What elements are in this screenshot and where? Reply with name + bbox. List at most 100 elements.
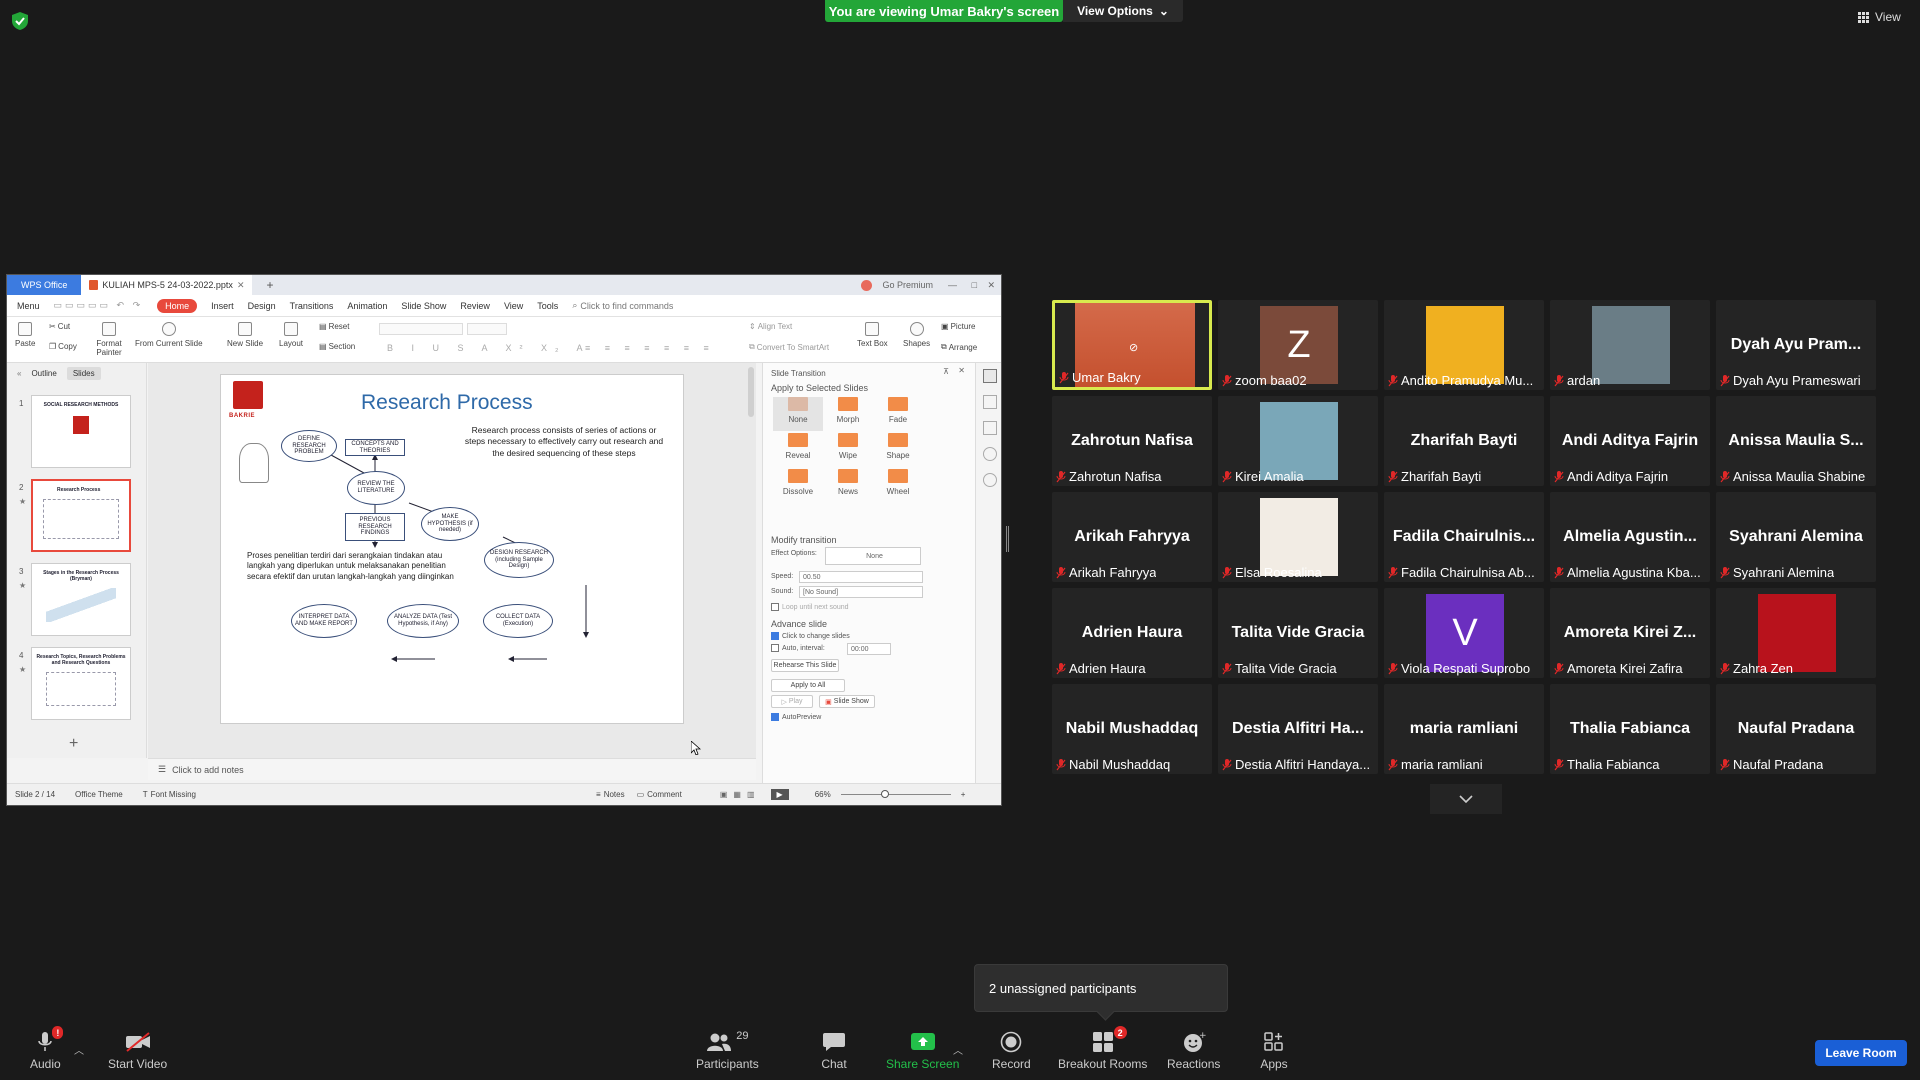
- menu-item-animation[interactable]: Animation: [347, 301, 387, 311]
- close-window-icon[interactable]: ✕: [987, 280, 995, 291]
- audio-button[interactable]: ! Audio: [30, 1026, 64, 1071]
- history-icon[interactable]: [982, 447, 997, 461]
- menu-item-menu[interactable]: Menu: [17, 301, 40, 311]
- menu-item-home[interactable]: Home: [157, 298, 198, 313]
- transition-dissolve[interactable]: Dissolve: [773, 469, 823, 503]
- share-screen-button[interactable]: Share Screen: [886, 1030, 959, 1071]
- comment-toggle[interactable]: ▭ Comment: [637, 790, 682, 799]
- node-collect-data[interactable]: COLLECT DATA (Execution): [483, 604, 553, 638]
- participant-tile[interactable]: Fadila Chairulnis... Fadila Chairulnisa A…: [1384, 492, 1544, 582]
- node-review-literature[interactable]: REVIEW THE LITERATURE: [347, 471, 405, 505]
- paragraph-format-buttons[interactable]: ≡ ≡ ≡ ≡ ≡ ≡ ≡: [585, 343, 715, 353]
- sound-dropdown[interactable]: [No Sound]: [799, 586, 923, 598]
- transition-news[interactable]: News: [823, 469, 873, 503]
- participant-tile[interactable]: Naufal Pradana Naufal Pradana: [1716, 684, 1876, 774]
- cut-button[interactable]: ✂ Cut: [49, 322, 70, 331]
- section-button[interactable]: ▤ Section: [319, 342, 355, 351]
- view-options-button[interactable]: View Options ⌄: [1063, 0, 1183, 22]
- transition-shape[interactable]: Shape: [873, 433, 923, 467]
- node-define-research-problem[interactable]: DEFINE RESEARCH PROBLEM: [281, 430, 337, 462]
- document-tab[interactable]: KULIAH MPS-5 24-03-2022.pptx ✕: [81, 275, 253, 295]
- notes-toggle[interactable]: ≡ Notes: [596, 790, 625, 799]
- slide-description-id[interactable]: Proses penelitian terdiri dari serangkai…: [247, 551, 467, 582]
- leave-room-button[interactable]: Leave Room: [1815, 1040, 1907, 1066]
- effect-options-dropdown[interactable]: None: [825, 547, 921, 565]
- breakout-rooms-button[interactable]: 2 Breakout Rooms: [1058, 1026, 1147, 1071]
- participant-tile[interactable]: Thalia Fabianca Thalia Fabianca: [1550, 684, 1710, 774]
- participant-tile[interactable]: Destia Alfitri Ha... Destia Alfitri Handa…: [1218, 684, 1378, 774]
- tab-slides[interactable]: Slides: [66, 367, 101, 380]
- slide-show-button[interactable]: ▣ Slide Show: [819, 695, 875, 708]
- font-name-dropdown[interactable]: [379, 323, 463, 335]
- participant-tile[interactable]: maria ramliani maria ramliani: [1384, 684, 1544, 774]
- zoom-in-icon[interactable]: +: [961, 790, 966, 799]
- participant-tile[interactable]: Nabil Mushaddaq Nabil Mushaddaq: [1052, 684, 1212, 774]
- font-size-dropdown[interactable]: [467, 323, 507, 335]
- participant-tile[interactable]: Zharifah Bayti Zharifah Bayti: [1384, 396, 1544, 486]
- arrange-button[interactable]: ⧉ Arrange: [941, 342, 977, 352]
- minimize-icon[interactable]: —: [948, 280, 957, 290]
- help-icon[interactable]: [982, 473, 997, 487]
- share-options-caret-icon[interactable]: ︿: [953, 1042, 963, 1057]
- participant-tile[interactable]: Dyah Ayu Pram... Dyah Ayu Prameswari: [1716, 300, 1876, 390]
- play-button[interactable]: ▷ Play: [771, 695, 813, 708]
- participant-tile[interactable]: ⊘ Umar Bakry: [1052, 300, 1212, 390]
- participant-tile[interactable]: Anissa Maulia S... Anissa Maulia Shabine: [1716, 396, 1876, 486]
- shapes-button[interactable]: Shapes: [903, 322, 930, 348]
- participant-tile[interactable]: Andito Pramudya Mu...: [1384, 300, 1544, 390]
- transition-wheel[interactable]: Wheel: [873, 469, 923, 503]
- node-make-hypothesis[interactable]: MAKE HYPOTHESIS (if needed): [421, 507, 479, 541]
- slide-editor[interactable]: BAKRIE Research Process Research process…: [148, 363, 756, 758]
- auto-interval-checkbox[interactable]: Auto, interval:: [771, 644, 825, 652]
- transition-morph[interactable]: Morph: [823, 397, 873, 431]
- close-pane-icon[interactable]: ✕: [958, 366, 965, 375]
- node-concepts-theories[interactable]: CONCEPTS AND THEORIES: [345, 439, 405, 456]
- slide-thumbnail[interactable]: Research Topics, Research Problems and R…: [31, 647, 131, 720]
- go-premium-button[interactable]: Go Premium: [861, 279, 933, 291]
- participant-tile[interactable]: Arikah Fahryya Arikah Fahryya: [1052, 492, 1212, 582]
- autopreview-checkbox[interactable]: AutoPreview: [771, 713, 821, 721]
- paste-button[interactable]: Paste: [15, 322, 35, 348]
- participant-tile[interactable]: Amoreta Kirei Z... Amoreta Kirei Zafira: [1550, 588, 1710, 678]
- participant-tile[interactable]: Kirei Amalia: [1218, 396, 1378, 486]
- tab-outline[interactable]: Outline: [31, 369, 56, 378]
- menu-item-design[interactable]: Design: [248, 301, 276, 311]
- menu-item-tools[interactable]: Tools: [537, 301, 558, 311]
- participant-tile[interactable]: Elsa Roesalina: [1218, 492, 1378, 582]
- participant-tile[interactable]: Syahrani Alemina Syahrani Alemina: [1716, 492, 1876, 582]
- zoom-slider[interactable]: [840, 790, 951, 798]
- transition-none[interactable]: None: [773, 397, 823, 431]
- speed-input[interactable]: 00.50: [799, 571, 923, 583]
- collapse-panel-icon[interactable]: «: [17, 369, 21, 378]
- participant-tile[interactable]: Talita Vide Gracia Talita Vide Gracia: [1218, 588, 1378, 678]
- participant-tile[interactable]: Adrien Haura Adrien Haura: [1052, 588, 1212, 678]
- apply-to-all-button[interactable]: Apply to All: [771, 679, 845, 692]
- new-tab-icon[interactable]: +: [266, 278, 273, 292]
- format-painter-button[interactable]: Format Painter: [89, 322, 129, 357]
- layout-button[interactable]: Layout: [279, 322, 303, 348]
- font-format-buttons[interactable]: B I U S A X² X₂ A: [387, 343, 591, 353]
- participant-tile[interactable]: Zahra Zen: [1716, 588, 1876, 678]
- animation-pane-icon[interactable]: [982, 395, 997, 409]
- interval-input[interactable]: 00:00: [847, 643, 891, 655]
- new-slide-button[interactable]: New Slide: [227, 322, 263, 348]
- participant-tile[interactable]: V Viola Respati Suprobo: [1384, 588, 1544, 678]
- participant-tile[interactable]: Zahrotun Nafisa Zahrotun Nafisa: [1052, 396, 1212, 486]
- participant-tile[interactable]: ardan: [1550, 300, 1710, 390]
- start-video-button[interactable]: Start Video: [108, 1030, 167, 1071]
- transition-reveal[interactable]: Reveal: [773, 433, 823, 467]
- menu-item-transitions[interactable]: Transitions: [290, 301, 334, 311]
- font-missing-button[interactable]: T Font Missing: [143, 790, 196, 799]
- gallery-next-page-button[interactable]: [1430, 784, 1502, 814]
- node-design-research[interactable]: DESIGN RESEARCH (including Sample Design…: [484, 542, 554, 578]
- participant-tile[interactable]: Andi Aditya Fajrin Andi Aditya Fajrin: [1550, 396, 1710, 486]
- participant-tile[interactable]: Almelia Agustin... Almelia Agustina Kba..…: [1550, 492, 1710, 582]
- shared-screen[interactable]: WPS Office KULIAH MPS-5 24-03-2022.pptx …: [6, 274, 1002, 806]
- wps-office-tab[interactable]: WPS Office: [7, 275, 82, 295]
- from-current-slide-button[interactable]: From Current Slide: [135, 322, 203, 348]
- reactions-button[interactable]: + Reactions: [1167, 1030, 1220, 1071]
- transition-pane-icon[interactable]: [982, 369, 997, 383]
- view-mode-buttons[interactable]: ▣▦▥: [720, 790, 761, 799]
- transition-wipe[interactable]: Wipe: [823, 433, 873, 467]
- slide-2[interactable]: BAKRIE Research Process Research process…: [220, 374, 684, 724]
